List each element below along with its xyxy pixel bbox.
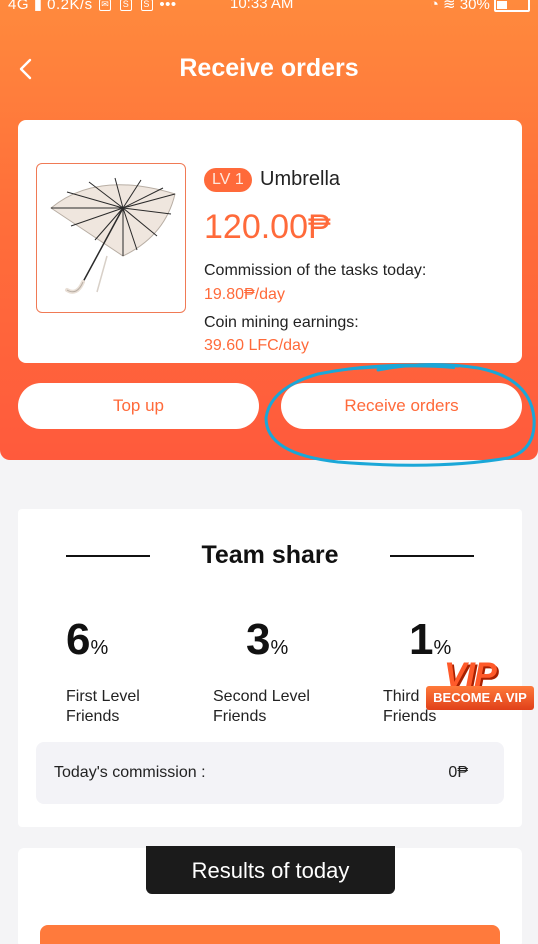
results-title: Results of today — [146, 846, 395, 894]
receive-orders-button[interactable]: Receive orders — [281, 383, 522, 429]
team-level-2: 3% Second Level Friends — [213, 615, 310, 727]
todays-commission-label: Today's commission : — [54, 764, 206, 781]
page-title: Receive orders — [179, 54, 359, 82]
level-2-label: Second Level Friends — [213, 688, 310, 725]
network-label: 4G — [8, 0, 30, 13]
mail-icon: ✉ — [99, 0, 112, 12]
product-price: 120.00₱ — [204, 208, 331, 246]
status-left: 4G ▮ 0.2K/s ✉ S S ••• — [8, 0, 177, 13]
status-bar: 4G ▮ 0.2K/s ✉ S S ••• 10:33 AM ◔ ≋ 30% — [0, 0, 538, 14]
battery-percent: 30% — [459, 0, 490, 13]
mining-label: Coin mining earnings: — [204, 314, 359, 331]
alarm-icon: ◔ — [429, 0, 439, 13]
todays-commission-value: 0₱ — [448, 764, 468, 781]
level-1-label: First Level Friends — [66, 688, 140, 725]
todays-commission-row: Today's commission : 0₱ — [36, 742, 504, 804]
team-share-title: Team share — [201, 541, 339, 569]
battery-icon — [494, 0, 530, 13]
team-level-1: 6% First Level Friends — [66, 615, 140, 727]
umbrella-icon — [50, 177, 176, 294]
more-icon: ••• — [159, 0, 177, 13]
wifi-icon: ≋ — [443, 0, 456, 13]
commission-label: Commission of the tasks today: — [204, 262, 427, 279]
level-badge: LV 1 — [204, 168, 252, 192]
commission-value: 19.80₱/day — [204, 286, 285, 303]
product-image — [36, 163, 186, 313]
product-card: LV 1 Umbrella 120.00₱ Commission of the … — [18, 120, 522, 363]
mining-value: 39.60 LFC/day — [204, 337, 309, 354]
become-vip-badge[interactable]: VIP BECOME A VIP — [426, 656, 534, 720]
status-right: ◔ ≋ 30% — [430, 0, 530, 13]
app-icon-2: S — [140, 0, 153, 12]
product-name: Umbrella — [260, 168, 341, 190]
level-1-percent: 6% — [66, 615, 109, 664]
top-up-button[interactable]: Top up — [18, 383, 259, 429]
status-time: 10:33 AM — [230, 0, 294, 12]
level-2-percent: 3% — [246, 615, 289, 664]
speed-label: 0.2K/s — [47, 0, 93, 13]
become-vip-label: BECOME A VIP — [426, 686, 534, 710]
signal-icon: ▮ — [33, 0, 43, 13]
app-icon-1: S — [120, 0, 132, 12]
bottom-action-bar[interactable] — [40, 925, 500, 944]
